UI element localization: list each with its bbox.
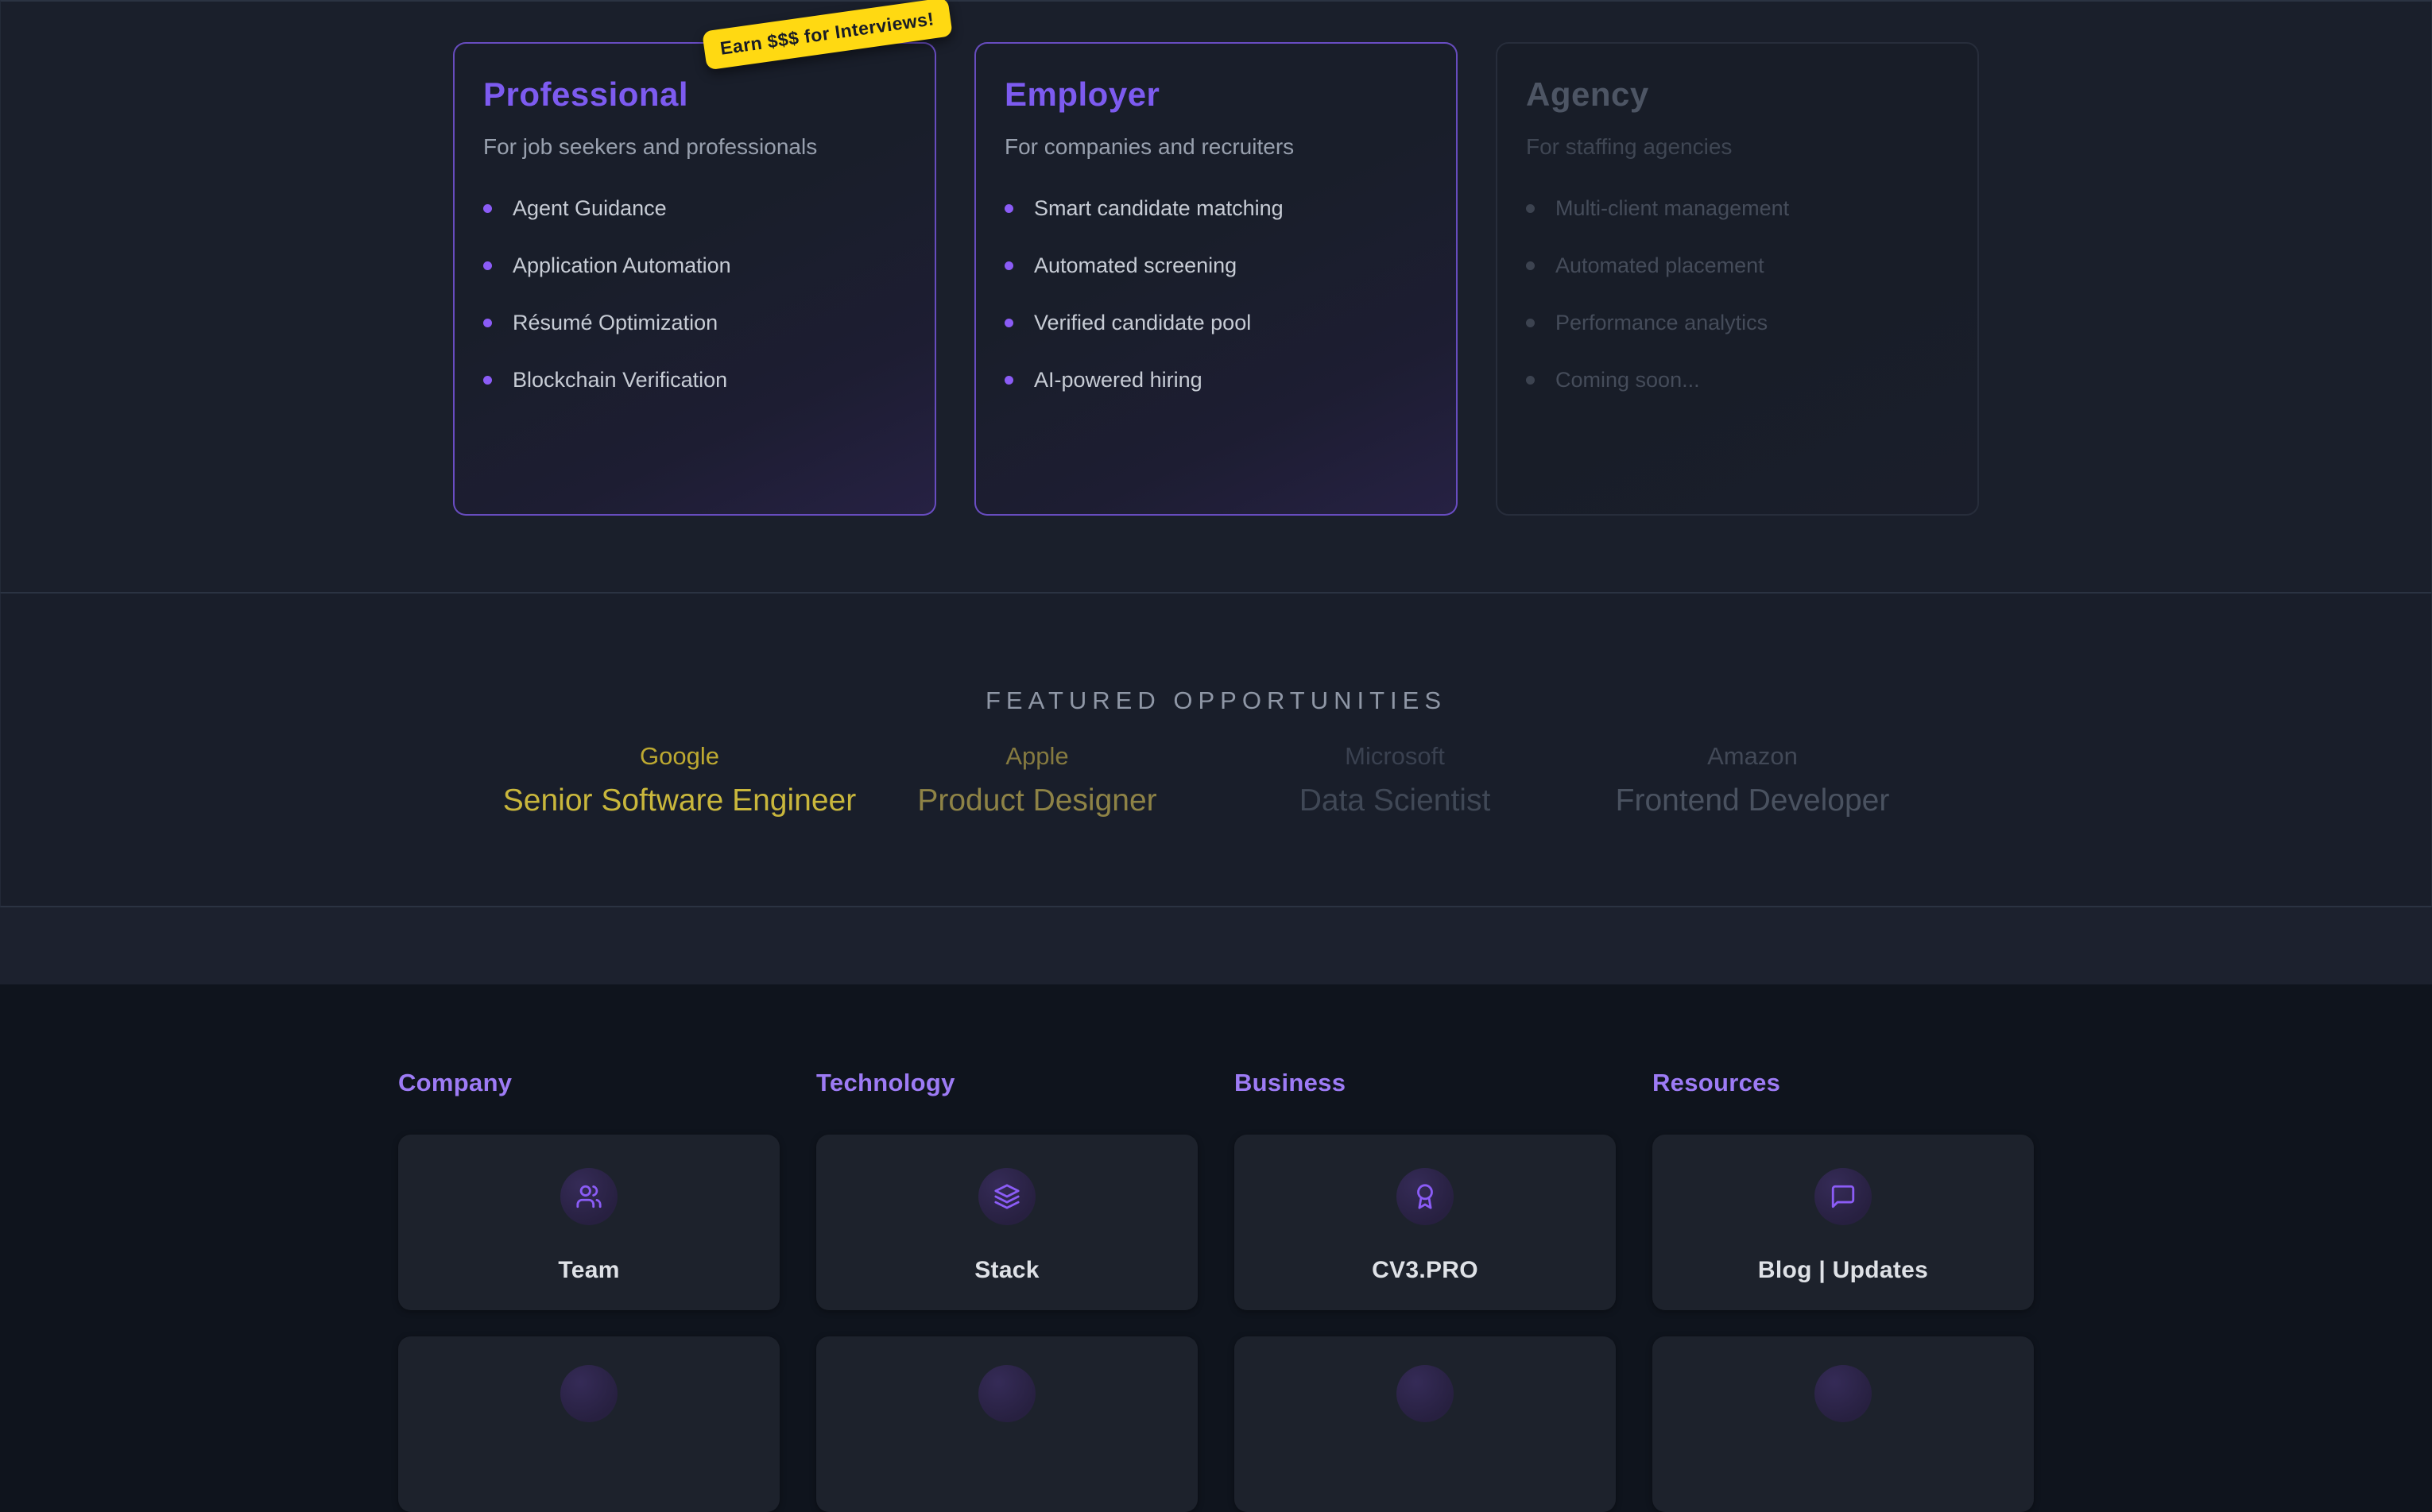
feature-item: Multi-client management	[1526, 180, 1949, 237]
feature-item: Automated placement	[1526, 237, 1949, 294]
feature-list: Smart candidate matching Automated screen…	[1005, 180, 1427, 408]
job-company: Amazon	[1574, 741, 1931, 772]
footer-card-team[interactable]: Team	[398, 1135, 780, 1310]
footer-card-stack[interactable]: Stack	[816, 1135, 1198, 1310]
circle-icon	[1396, 1365, 1454, 1422]
pricing-card-subtitle: For companies and recruiters	[1005, 136, 1427, 158]
feature-item: Blockchain Verification	[483, 351, 906, 408]
featured-opportunities-heading: FEATURED OPPORTUNITIES	[1, 594, 2431, 717]
job-item-microsoft[interactable]: Microsoft Data Scientist	[1216, 741, 1574, 820]
feature-item: Coming soon...	[1526, 351, 1949, 408]
feature-item: Automated screening	[1005, 237, 1427, 294]
footer-heading-business: Business	[1234, 1069, 1616, 1097]
job-title: Data Scientist	[1216, 782, 1574, 820]
job-item-amazon[interactable]: Amazon Frontend Developer	[1574, 741, 1931, 820]
pricing-card-title: Employer	[1005, 75, 1427, 114]
feature-list: Multi-client management Automated placeme…	[1526, 180, 1949, 408]
feature-item: Agent Guidance	[483, 180, 906, 237]
bullet-dot-icon	[483, 376, 492, 385]
bullet-dot-icon	[1005, 204, 1013, 213]
feature-item: Smart candidate matching	[1005, 180, 1427, 237]
bullet-dot-icon	[483, 204, 492, 213]
feature-label: Application Automation	[513, 253, 731, 278]
bullet-dot-icon	[1005, 319, 1013, 327]
pricing-section: Professional For job seekers and professi…	[0, 0, 2432, 592]
job-item-google[interactable]: Google Senior Software Engineer	[501, 741, 858, 820]
feature-item: Verified candidate pool	[1005, 294, 1427, 351]
feature-label: Smart candidate matching	[1034, 196, 1284, 221]
featured-opportunities-section: FEATURED OPPORTUNITIES Google Senior Soft…	[0, 592, 2432, 907]
feature-item: Résumé Optimization	[483, 294, 906, 351]
section-spacer	[0, 907, 2432, 984]
circle-icon	[560, 1365, 618, 1422]
chat-bubble-icon	[1814, 1168, 1872, 1225]
circle-icon	[978, 1365, 1036, 1422]
footer-card-label: Stack	[974, 1257, 1040, 1284]
job-item-apple[interactable]: Apple Product Designer	[858, 741, 1216, 820]
job-title: Senior Software Engineer	[501, 782, 858, 820]
feature-label: Résumé Optimization	[513, 311, 718, 335]
layers-icon	[978, 1168, 1036, 1225]
footer-card-label: Blog | Updates	[1758, 1257, 1928, 1284]
footer-section: Company Team Technology Stack Business CV3.PR…	[0, 984, 2432, 1453]
footer-column-technology: Technology Stack	[816, 1069, 1198, 1512]
circle-icon	[1814, 1365, 1872, 1422]
footer-grid: Company Team Technology Stack Business CV3.PR…	[398, 1069, 2034, 1512]
feature-item: Application Automation	[483, 237, 906, 294]
bullet-dot-icon	[1526, 319, 1535, 327]
feature-list: Agent Guidance Application Automation Résu…	[483, 180, 906, 408]
feature-label: Agent Guidance	[513, 196, 667, 221]
bullet-dot-icon	[1526, 204, 1535, 213]
pricing-card-subtitle: For job seekers and professionals	[483, 136, 906, 158]
landing-page: { "colors": { "accent_purple": "#7d5bf0"…	[0, 0, 2432, 1369]
feature-label: Performance analytics	[1555, 311, 1768, 335]
feature-label: Automated screening	[1034, 253, 1237, 278]
pricing-card-employer[interactable]: Employer For companies and recruiters Smar…	[974, 42, 1458, 516]
feature-label: Multi-client management	[1555, 196, 1789, 221]
featured-jobs-row: Google Senior Software EngineerApple Produ…	[501, 741, 1931, 820]
footer-column-company: Company Team	[398, 1069, 780, 1512]
footer-card-partial[interactable]	[1234, 1336, 1616, 1512]
bullet-dot-icon	[1526, 261, 1535, 270]
footer-card-blog-updates[interactable]: Blog | Updates	[1652, 1135, 2034, 1310]
pricing-card-title: Agency	[1526, 75, 1949, 114]
job-company: Apple	[858, 741, 1216, 772]
bullet-dot-icon	[1005, 261, 1013, 270]
pricing-card-agency[interactable]: Agency For staffing agencies Multi-client …	[1496, 42, 1979, 516]
footer-card-label: Team	[558, 1257, 619, 1284]
feature-item: AI-powered hiring	[1005, 351, 1427, 408]
bullet-dot-icon	[483, 261, 492, 270]
job-title: Frontend Developer	[1574, 782, 1931, 820]
footer-card-partial[interactable]	[1652, 1336, 2034, 1512]
bullet-dot-icon	[483, 319, 492, 327]
pricing-card-subtitle: For staffing agencies	[1526, 136, 1949, 158]
job-title: Product Designer	[858, 782, 1216, 820]
feature-label: Blockchain Verification	[513, 368, 727, 393]
pricing-card-title: Professional	[483, 75, 906, 114]
footer-card-partial[interactable]	[398, 1336, 780, 1512]
feature-label: Coming soon...	[1555, 368, 1700, 393]
footer-column-resources: Resources Blog | Updates	[1652, 1069, 2034, 1512]
footer-card-cv3-pro[interactable]: CV3.PRO	[1234, 1135, 1616, 1310]
footer-heading-technology: Technology	[816, 1069, 1198, 1097]
footer-heading-company: Company	[398, 1069, 780, 1097]
feature-label: AI-powered hiring	[1034, 368, 1202, 393]
feature-label: Verified candidate pool	[1034, 311, 1251, 335]
job-company: Google	[501, 741, 858, 772]
footer-column-business: Business CV3.PRO	[1234, 1069, 1616, 1512]
award-icon	[1396, 1168, 1454, 1225]
job-company: Microsoft	[1216, 741, 1574, 772]
footer-heading-resources: Resources	[1652, 1069, 2034, 1097]
users-icon	[560, 1168, 618, 1225]
feature-label: Automated placement	[1555, 253, 1764, 278]
feature-item: Performance analytics	[1526, 294, 1949, 351]
footer-card-label: CV3.PRO	[1372, 1257, 1478, 1284]
footer-card-partial[interactable]	[816, 1336, 1198, 1512]
bullet-dot-icon	[1526, 376, 1535, 385]
pricing-card-professional[interactable]: Professional For job seekers and professi…	[453, 42, 936, 516]
bullet-dot-icon	[1005, 376, 1013, 385]
pricing-cards-row: Professional For job seekers and professi…	[453, 2, 1979, 516]
